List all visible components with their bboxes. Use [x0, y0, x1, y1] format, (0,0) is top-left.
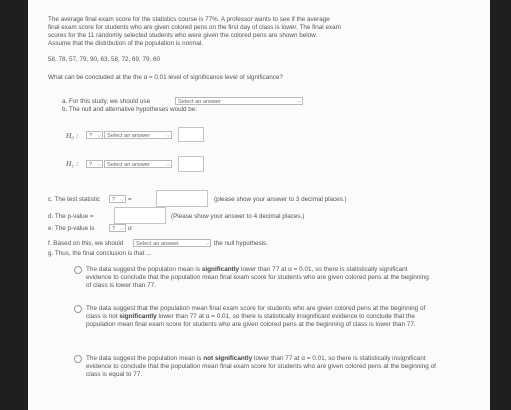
conclusion-option-2[interactable]: The data suggest that the population mea…	[86, 305, 438, 329]
option-3-text-a: The data suggest the population mean is	[86, 355, 204, 362]
option-1-emphasis: significantly	[201, 266, 240, 273]
question-panel: The average final exam score for the sta…	[28, 0, 490, 410]
option-1-text-a: The data suggest the populaton mean is	[86, 266, 202, 273]
chevron-down-icon: ⌵	[297, 99, 301, 105]
h0-symbol-select[interactable]: ? ⌵	[86, 131, 103, 139]
test-statistic-input[interactable]	[156, 190, 208, 207]
h1-answer-value: Select an answer	[107, 162, 150, 168]
decision-select[interactable]: Select an answer ⌵	[133, 239, 211, 247]
h1-value-input[interactable]	[178, 156, 204, 172]
h0-symbol-value: ?	[89, 133, 93, 139]
h1-label: H₁ :	[66, 159, 79, 168]
chevron-down-icon: ⌵	[120, 197, 124, 203]
chevron-down-icon: ⌵	[166, 133, 170, 139]
p-value-compare-select[interactable]: ? ⌵	[109, 224, 126, 232]
test-statistic-symbol: ?	[112, 197, 116, 203]
option-2-emphasis: significantly	[119, 313, 157, 320]
part-a-label: a. For this study, we should use	[62, 98, 151, 105]
part-f-suffix: the null hypothesis.	[214, 240, 268, 247]
test-statistic-select[interactable]: ? ⌵	[109, 195, 126, 203]
data-values: 58, 78, 57, 79, 90, 63, 58, 72, 69, 79, …	[48, 56, 161, 63]
part-d-label: d. The p-value =	[48, 213, 94, 220]
test-type-select[interactable]: Select an answer ⌵	[175, 97, 303, 105]
p-value-input[interactable]	[114, 207, 166, 224]
intro-line-3: scores for the 11 randomly selected stud…	[48, 32, 318, 39]
conclusion-option-3[interactable]: The data suggest the population mean is …	[86, 355, 438, 379]
decision-select-value: Select an answer	[136, 241, 179, 247]
p-value-compare-symbol: ?	[112, 226, 116, 232]
chevron-down-icon: ⌵	[120, 226, 124, 232]
conclusion-radio-3[interactable]	[74, 355, 82, 363]
part-d-hint: (Please show your answer to 4 decimal pl…	[171, 213, 305, 220]
part-c-hint: (please show your answer to 3 decimal pl…	[214, 196, 347, 203]
test-type-select-value: Select an answer	[178, 99, 221, 105]
option-3-emphasis: not significantly	[203, 355, 253, 362]
chevron-down-icon: ⌵	[97, 133, 101, 139]
part-f-label: f. Based on this, we should	[48, 240, 124, 247]
part-g-label: g. Thus, the final conclusion is that ..…	[48, 250, 152, 257]
h0-answer-value: Select an answer	[107, 133, 150, 139]
h0-value-input[interactable]	[178, 127, 204, 142]
conclusion-option-1[interactable]: The data suggest the populaton mean is s…	[86, 266, 431, 290]
part-c-label: c. The test statistic	[48, 196, 101, 203]
question-text: What can be concluded at the the α = 0.0…	[48, 74, 283, 81]
h1-symbol-select[interactable]: ? ⌵	[86, 160, 103, 168]
chevron-down-icon: ⌵	[205, 241, 209, 247]
part-e-label: e. The p-value is	[48, 225, 95, 232]
chevron-down-icon: ⌵	[166, 162, 170, 168]
intro-line-2: final exam score for students who are gi…	[48, 24, 341, 31]
alpha-symbol: α	[128, 223, 132, 232]
h1-answer-select[interactable]: Select an answer ⌵	[104, 160, 172, 168]
conclusion-radio-1[interactable]	[74, 266, 82, 274]
intro-line-4: Assume that the distribution of the popu…	[48, 40, 204, 47]
equals-sign: =	[128, 196, 132, 203]
h0-label: H₀ :	[66, 131, 79, 140]
h1-symbol-value: ?	[89, 162, 93, 168]
conclusion-radio-2[interactable]	[74, 305, 82, 313]
intro-line-1: The average final exam score for the sta…	[48, 16, 330, 23]
part-b-label: b. The null and alternative hypotheses w…	[62, 106, 198, 113]
chevron-down-icon: ⌵	[97, 162, 101, 168]
h0-answer-select[interactable]: Select an answer ⌵	[104, 131, 172, 139]
